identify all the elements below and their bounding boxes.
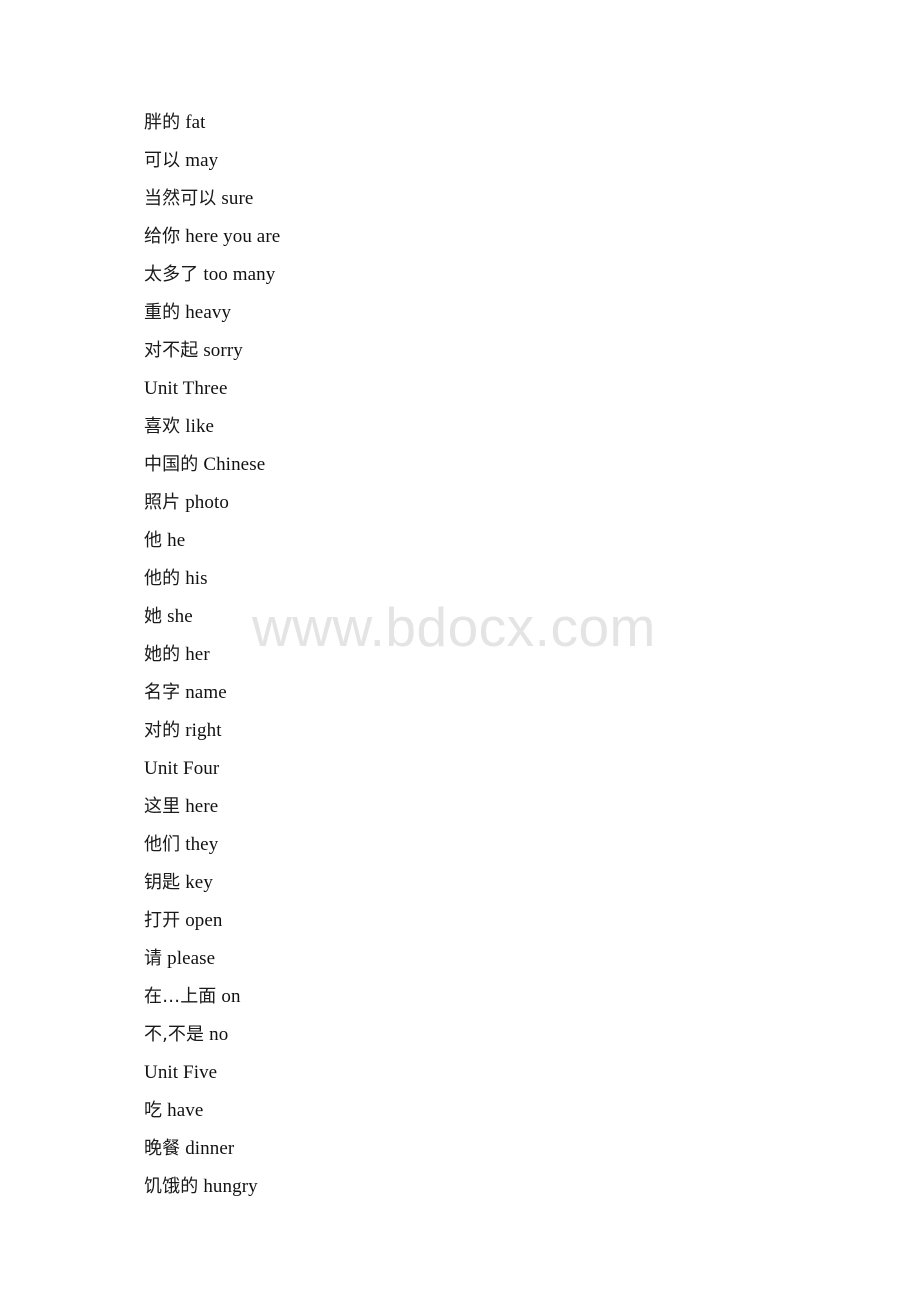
vocabulary-entry: 中国的 Chinese (144, 446, 844, 484)
document-page: www.bdocx.com 胖的 fat 可以 may 当然可以 sure 给你 here y… (0, 0, 920, 1302)
chinese-term: 吃 (144, 1100, 163, 1121)
vocabulary-list: 胖的 fat 可以 may 当然可以 sure 给你 here you are 太多了 too m… (144, 104, 844, 1206)
english-term: hungry (203, 1176, 258, 1197)
chinese-term: 她的 (144, 644, 181, 665)
vocabulary-entry: 对不起 sorry (144, 332, 844, 370)
chinese-term: 他 (144, 530, 163, 551)
chinese-term: 这里 (144, 796, 181, 817)
english-term: may (185, 150, 219, 171)
vocabulary-entry: 饥饿的 hungry (144, 1168, 844, 1206)
english-term: photo (185, 492, 229, 513)
vocabulary-entry: 可以 may (144, 142, 844, 180)
vocabulary-entry: 对的 right (144, 712, 844, 750)
english-term: have (167, 1100, 204, 1121)
english-term: on (221, 986, 241, 1007)
vocabulary-entry: 太多了 too many (144, 256, 844, 294)
english-term: dinner (185, 1138, 235, 1159)
english-term: he (167, 530, 186, 551)
english-term: sorry (203, 340, 243, 361)
english-term: her (185, 644, 210, 665)
chinese-term: 对不起 (144, 340, 199, 361)
unit-heading: Unit Four (144, 750, 844, 788)
vocabulary-entry: 照片 photo (144, 484, 844, 522)
english-term: open (185, 910, 223, 931)
unit-label: Unit Five (144, 1062, 218, 1083)
vocabulary-entry: 打开 open (144, 902, 844, 940)
english-term: like (185, 416, 215, 437)
chinese-term: 给你 (144, 226, 181, 247)
vocabulary-entry: 不,不是 no (144, 1016, 844, 1054)
english-term: name (185, 682, 227, 703)
english-term: Chinese (203, 454, 266, 475)
chinese-term: 打开 (144, 910, 181, 931)
chinese-term: 中国的 (144, 454, 199, 475)
chinese-term: 太多了 (144, 264, 199, 285)
chinese-term: 请 (144, 948, 163, 969)
vocabulary-entry: 她的 her (144, 636, 844, 674)
english-term: key (185, 872, 213, 893)
unit-heading: Unit Three (144, 370, 844, 408)
english-term: heavy (185, 302, 232, 323)
unit-label: Unit Three (144, 378, 228, 399)
vocabulary-entry: 名字 name (144, 674, 844, 712)
vocabulary-entry: 胖的 fat (144, 104, 844, 142)
vocabulary-entry: 钥匙 key (144, 864, 844, 902)
unit-label: Unit Four (144, 758, 220, 779)
english-term: his (185, 568, 208, 589)
vocabulary-entry: 晚餐 dinner (144, 1130, 844, 1168)
english-term: fat (185, 112, 206, 133)
chinese-term: 在…上面 (144, 986, 217, 1007)
vocabulary-entry: 她 she (144, 598, 844, 636)
english-term: no (209, 1024, 229, 1045)
chinese-term: 胖的 (144, 112, 181, 133)
english-term: here (185, 796, 219, 817)
chinese-term: 对的 (144, 720, 181, 741)
chinese-term: 喜欢 (144, 416, 181, 437)
vocabulary-entry: 当然可以 sure (144, 180, 844, 218)
unit-heading: Unit Five (144, 1054, 844, 1092)
vocabulary-entry: 给你 here you are (144, 218, 844, 256)
english-term: they (185, 834, 219, 855)
vocabulary-entry: 吃 have (144, 1092, 844, 1130)
english-term: she (167, 606, 193, 627)
vocabulary-entry: 他的 his (144, 560, 844, 598)
chinese-term: 重的 (144, 302, 181, 323)
english-term: please (167, 948, 216, 969)
vocabulary-entry: 他们 they (144, 826, 844, 864)
vocabulary-entry: 在…上面 on (144, 978, 844, 1016)
chinese-term: 他们 (144, 834, 181, 855)
vocabulary-entry: 他 he (144, 522, 844, 560)
chinese-term: 可以 (144, 150, 181, 171)
english-term: here you are (185, 226, 281, 247)
chinese-term: 照片 (144, 492, 181, 513)
chinese-term: 饥饿的 (144, 1176, 199, 1197)
chinese-term: 名字 (144, 682, 181, 703)
chinese-term: 他的 (144, 568, 181, 589)
vocabulary-entry: 这里 here (144, 788, 844, 826)
vocabulary-entry: 请 please (144, 940, 844, 978)
chinese-term: 晚餐 (144, 1138, 181, 1159)
vocabulary-entry: 喜欢 like (144, 408, 844, 446)
chinese-term: 她 (144, 606, 163, 627)
vocabulary-entry: 重的 heavy (144, 294, 844, 332)
chinese-term: 钥匙 (144, 872, 181, 893)
english-term: too many (203, 264, 276, 285)
english-term: right (185, 720, 222, 741)
chinese-term: 不,不是 (144, 1024, 205, 1045)
english-term: sure (221, 188, 254, 209)
chinese-term: 当然可以 (144, 188, 217, 209)
